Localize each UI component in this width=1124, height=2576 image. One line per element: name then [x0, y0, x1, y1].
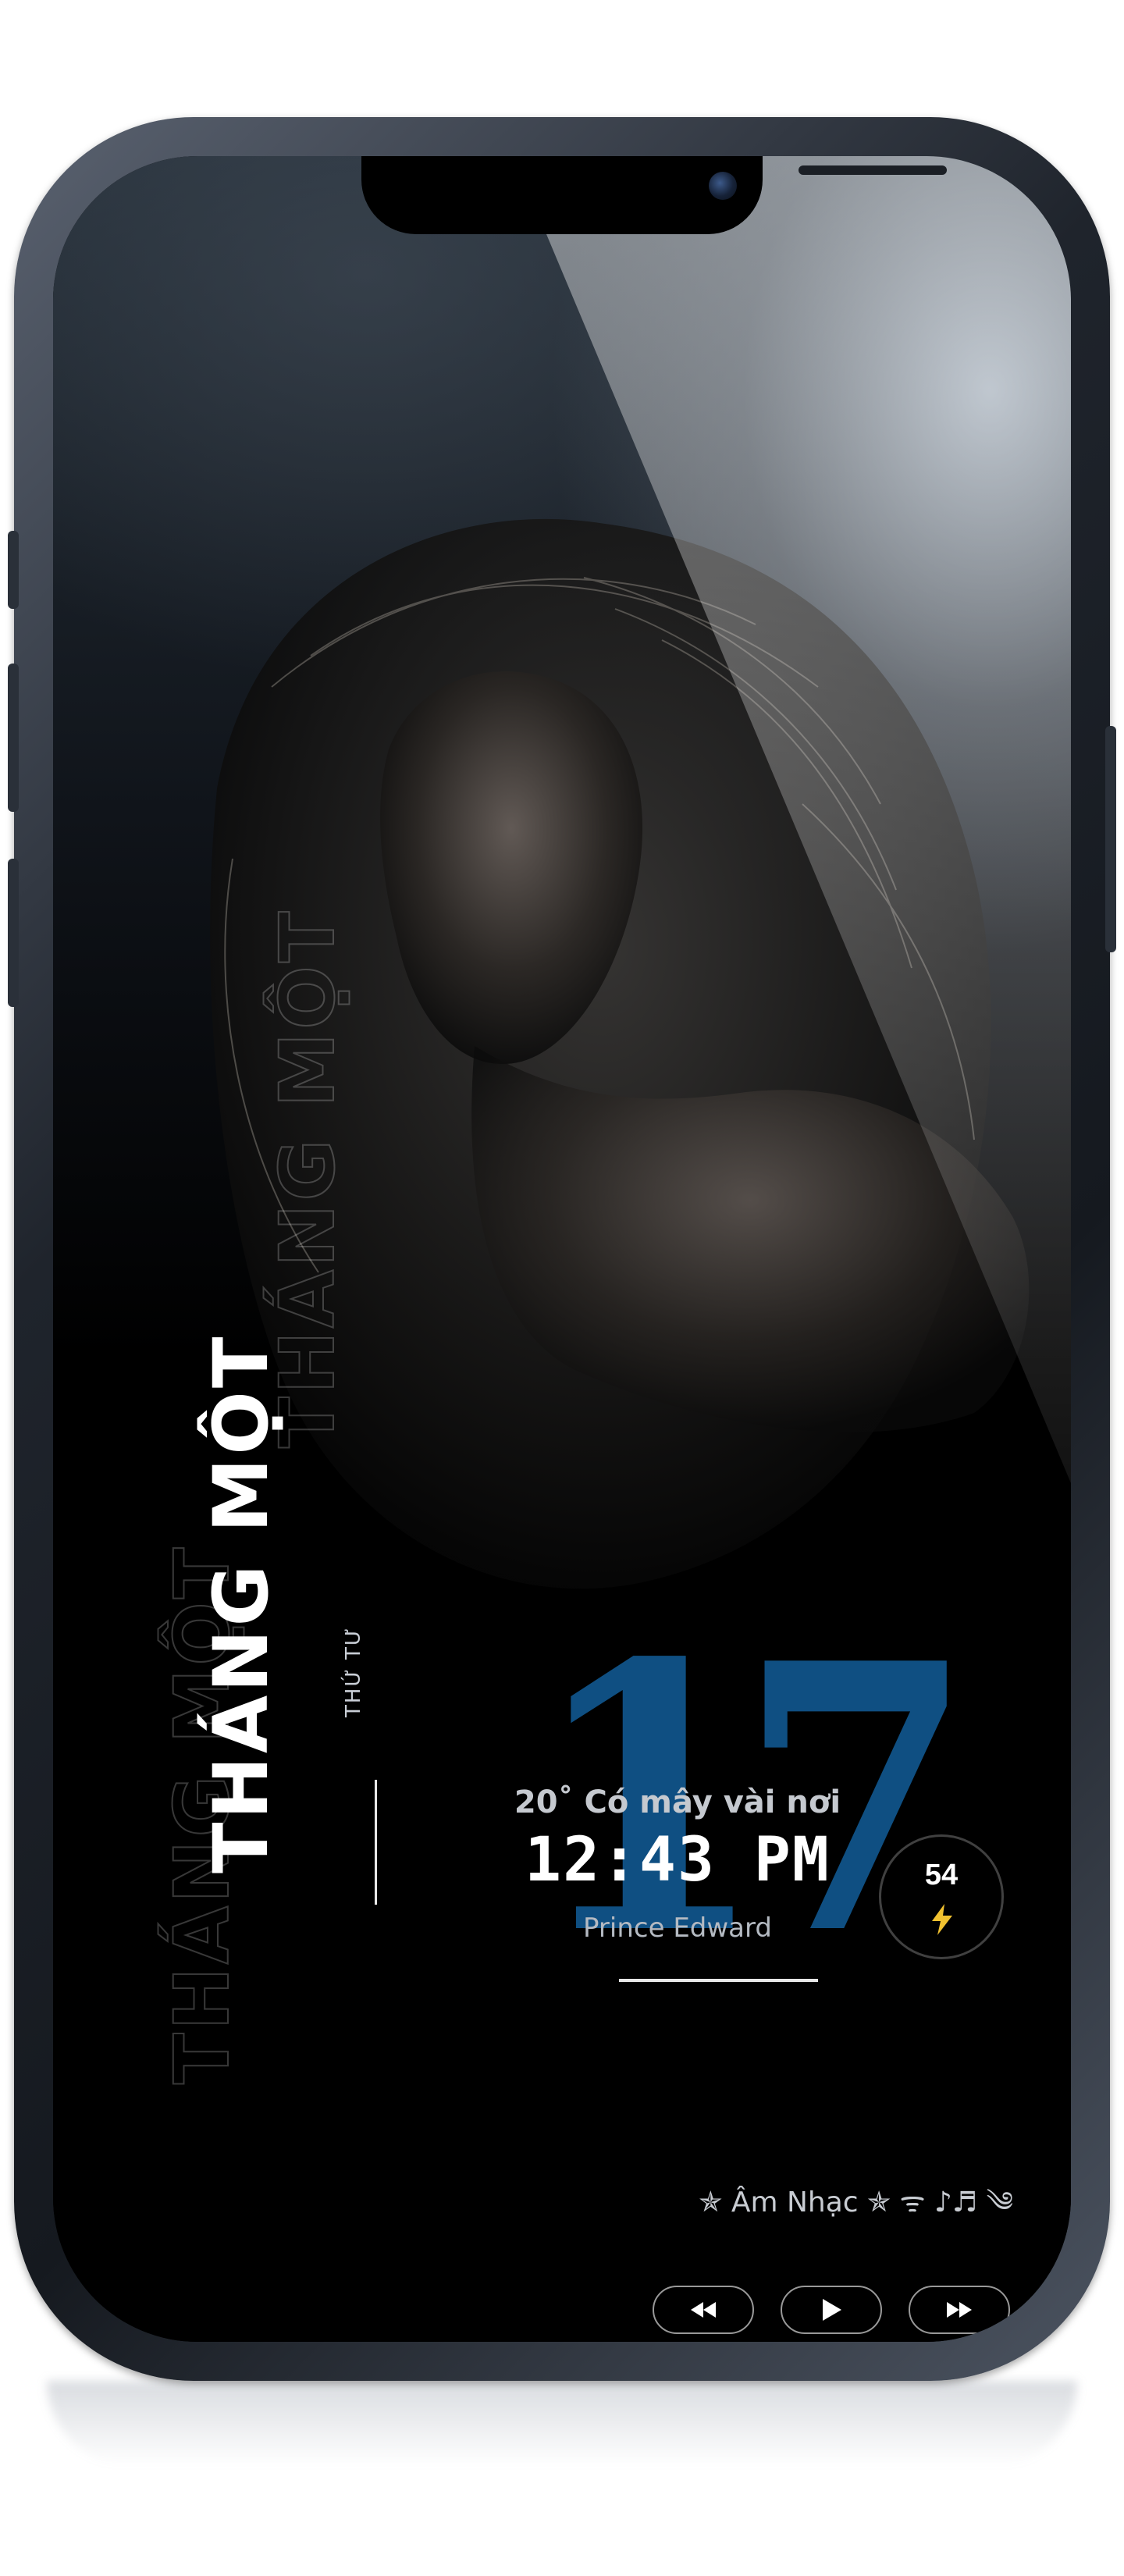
clock-time: 12:43 PM [525, 1825, 831, 1895]
battery-widget: 54 [879, 1834, 1004, 1959]
horizontal-divider [619, 1979, 818, 1982]
silent-switch [8, 531, 19, 609]
next-track-button[interactable] [909, 2286, 1010, 2334]
lock-screen: THÁNG MỘT THÁNG MỘT THÁNG MỘT THỨ TƯ 17 … [53, 156, 1071, 2342]
play-button[interactable] [781, 2286, 882, 2334]
rewind-icon [691, 2302, 716, 2318]
location-text: Prince Edward [583, 1912, 772, 1944]
charging-bolt-icon [932, 1904, 952, 1935]
volume-up-button [8, 664, 19, 812]
music-label: ✯ Âm Nhạc ✯ ᯤ ♪♬ ༄ [699, 2186, 1013, 2218]
device-reflection [47, 2381, 1077, 2467]
volume-down-button [8, 859, 19, 1007]
phone-frame: THÁNG MỘT THÁNG MỘT THÁNG MỘT THỨ TƯ 17 … [8, 117, 1116, 2381]
month-title: THÁNG MỘT [197, 1333, 285, 1873]
power-button [1105, 726, 1116, 952]
vertical-divider [375, 1780, 377, 1905]
notch [361, 156, 947, 234]
previous-track-button[interactable] [653, 2286, 754, 2334]
earpiece-speaker [799, 165, 947, 175]
weather-text: 20˚ Có mây vài nơi [514, 1784, 841, 1820]
play-icon [823, 2299, 841, 2321]
battery-level: 54 [924, 1859, 959, 1891]
weekday-label: THỨ TƯ [342, 1626, 365, 1717]
front-camera-icon [709, 172, 737, 200]
fast-forward-icon [947, 2302, 972, 2318]
